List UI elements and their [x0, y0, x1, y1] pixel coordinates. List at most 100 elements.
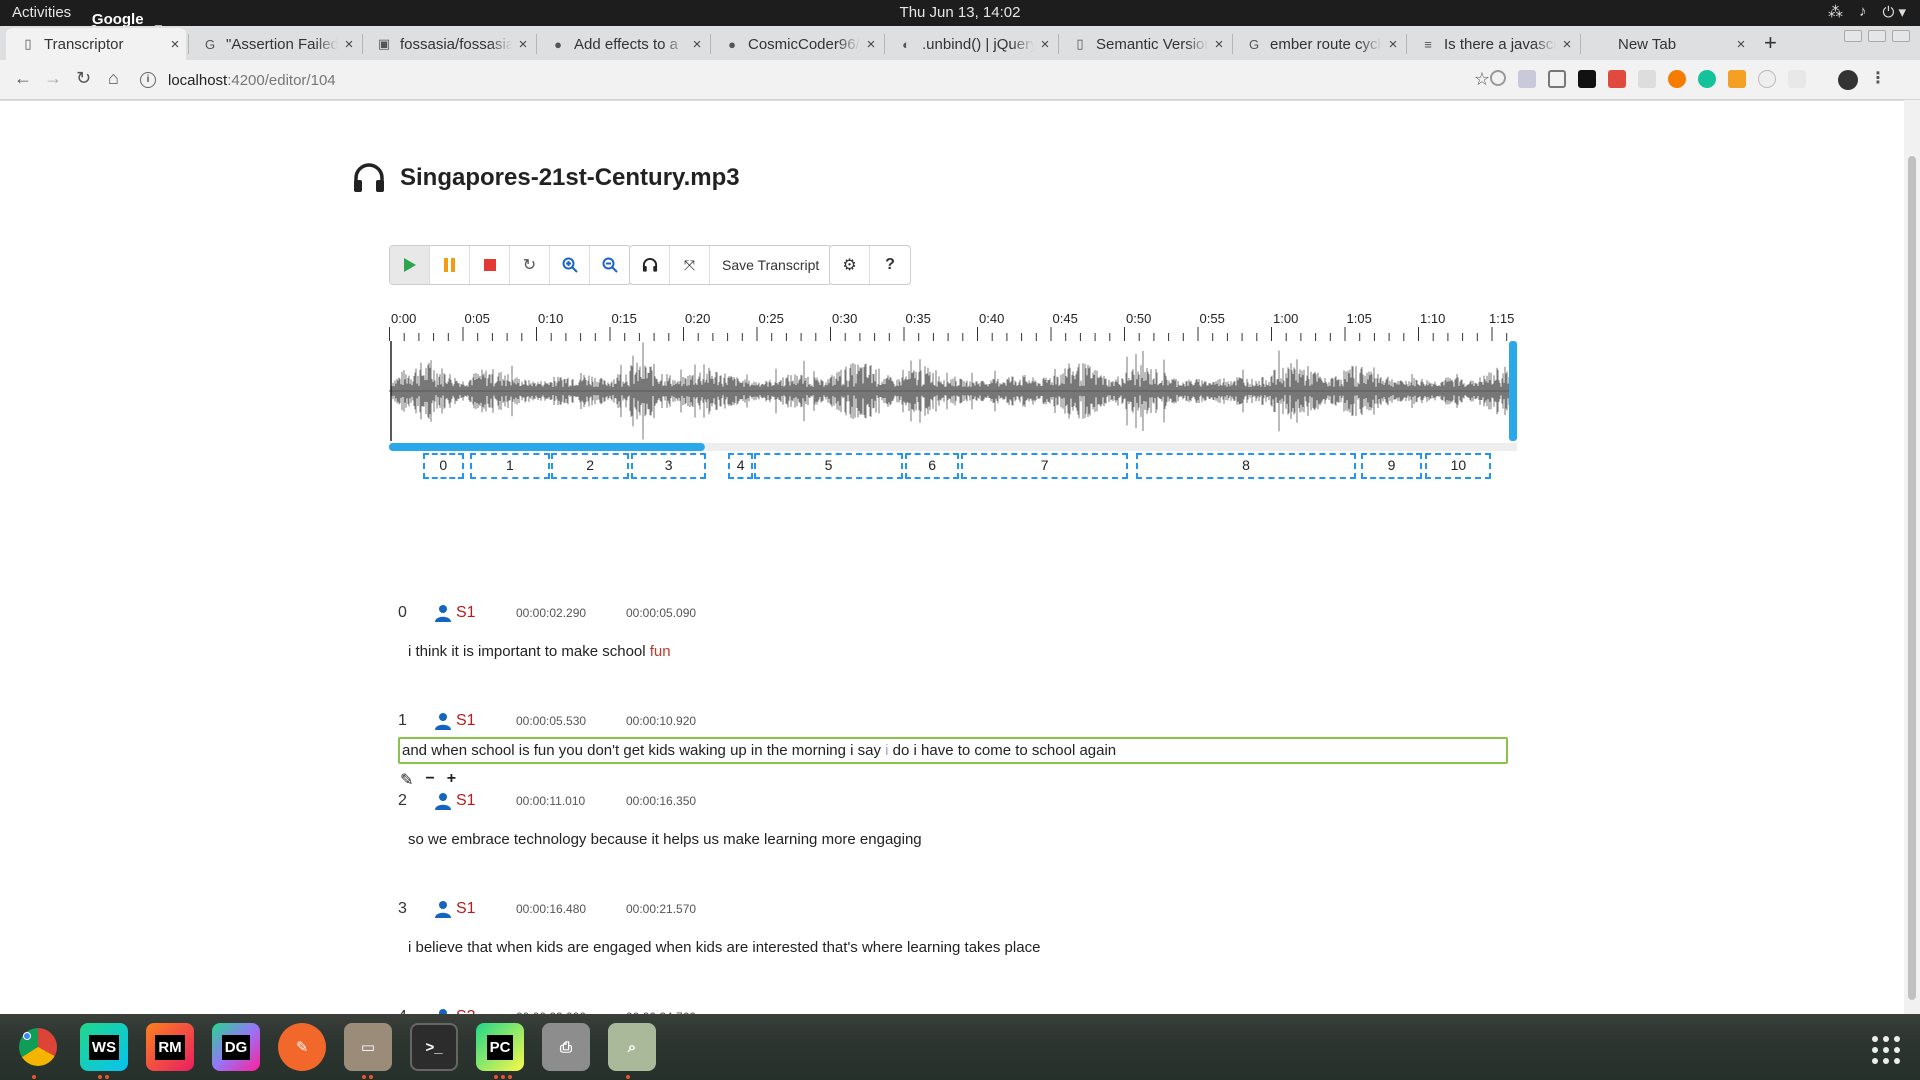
info-icon[interactable]: i [140, 72, 156, 88]
tab-close-icon[interactable]: × [1382, 36, 1404, 53]
screenshot-app-icon[interactable]: ⌕ [608, 1023, 656, 1079]
pencil-icon[interactable]: ✎ [400, 770, 413, 790]
save-transcript-button[interactable]: Save Transcript [710, 246, 831, 284]
extension-icon[interactable] [1518, 70, 1536, 88]
bookmark-star-icon[interactable]: ☆ [1474, 69, 1490, 90]
tab-7[interactable]: Gember route cycle × [1232, 28, 1404, 60]
page-scrollbar[interactable] [1904, 100, 1920, 1014]
tab-close-icon[interactable]: × [1556, 36, 1578, 53]
tab-close-icon[interactable]: × [512, 36, 534, 53]
tab-close-icon[interactable]: × [338, 36, 360, 53]
tab-8[interactable]: ≡ Is there a javascript× [1406, 28, 1578, 60]
tab-9[interactable]: New Tab × [1580, 28, 1752, 60]
segment-box[interactable]: 5 [753, 453, 904, 479]
minimize-button[interactable] [1844, 30, 1862, 42]
tab-close-icon[interactable]: × [1208, 36, 1230, 53]
datagrip-app-icon[interactable]: DG [212, 1023, 260, 1071]
network-icon[interactable]: ⁂ [1828, 3, 1843, 21]
tab-close-icon[interactable]: × [686, 36, 708, 53]
volume-icon[interactable]: ♪ [1859, 3, 1867, 21]
start-time[interactable]: 00:00:11.010 [516, 794, 626, 808]
end-time[interactable]: 00:00:05.090 [626, 606, 736, 620]
tab-0[interactable]: ▯ Transcriptor × [6, 28, 186, 60]
segment-box[interactable]: 4 [728, 453, 753, 479]
terminal-app-icon[interactable]: >_ [410, 1023, 458, 1071]
start-time[interactable]: 00:00:05.530 [516, 714, 626, 728]
tab-4[interactable]: ● CosmicCoder96/× [710, 28, 882, 60]
extension-icon[interactable] [1548, 70, 1566, 88]
segment-box[interactable]: 7 [960, 453, 1129, 479]
end-time[interactable]: 00:00:16.350 [626, 794, 736, 808]
grammarly-icon[interactable] [1698, 70, 1716, 88]
zoom-in-button[interactable] [550, 246, 590, 284]
postman-app-icon[interactable]: ✎ [278, 1023, 326, 1071]
pycharm-app-icon[interactable]: PC [476, 1023, 524, 1079]
stop-button[interactable] [470, 246, 510, 284]
speaker-label[interactable]: S1 [456, 712, 516, 730]
segment-box[interactable]: 8 [1135, 453, 1357, 479]
rubymine-app-icon[interactable]: RM [146, 1023, 194, 1071]
help-button[interactable]: ? [870, 246, 910, 284]
clock[interactable]: Thu Jun 13, 14:02 [0, 4, 1920, 21]
segment-box[interactable]: 9 [1360, 453, 1423, 479]
tab-3[interactable]: ● Add effects to a × [536, 28, 708, 60]
back-icon[interactable]: ← [14, 68, 32, 89]
extension-icon[interactable] [1578, 70, 1596, 88]
speaker-label[interactable]: S1 [456, 604, 516, 622]
transcript-edit-field[interactable]: and when school is fun you don't get kid… [398, 737, 1508, 764]
tab-close-icon[interactable]: × [1730, 36, 1752, 53]
plus-icon[interactable]: + [447, 770, 456, 790]
pause-button[interactable] [430, 246, 470, 284]
replay-button[interactable]: ↻ [510, 246, 550, 284]
playback-progress[interactable] [389, 443, 1517, 451]
tab-close-icon[interactable]: × [164, 36, 186, 53]
menu-icon[interactable]: ⋮ [1870, 70, 1886, 88]
tab-5[interactable]: ◐ .unbind() | jQuery × [884, 28, 1056, 60]
new-tab-button[interactable]: + [1764, 30, 1777, 56]
segment-box[interactable]: 10 [1425, 453, 1492, 479]
end-time[interactable]: 00:00:21.570 [626, 902, 736, 916]
start-time[interactable]: 00:00:16.480 [516, 902, 626, 916]
extension-icon[interactable] [1788, 70, 1806, 88]
extension-icon[interactable] [1608, 70, 1626, 88]
transcript-line[interactable]: i believe that when kids are engaged whe… [408, 939, 1508, 956]
transcript-line[interactable]: i think it is important to make school f… [408, 643, 1508, 660]
scrollbar-thumb[interactable] [1908, 156, 1916, 1000]
profile-avatar[interactable] [1838, 70, 1858, 90]
tab-6[interactable]: ▯ Semantic Version × [1058, 28, 1230, 60]
home-icon[interactable]: ⌂ [108, 68, 119, 89]
tab-2[interactable]: ▣ fossasia/fossasia × [362, 28, 534, 60]
segment-box[interactable]: 6 [904, 453, 960, 479]
tab-close-icon[interactable]: × [1034, 36, 1056, 53]
extension-icon[interactable] [1668, 70, 1686, 88]
chrome-app-icon[interactable] [14, 1023, 62, 1079]
extension-icon[interactable] [1758, 70, 1776, 88]
zoom-out-button[interactable] [590, 246, 630, 284]
speaker-label[interactable]: S1 [456, 792, 516, 810]
tab-1[interactable]: G "Assertion Failed × [188, 28, 360, 60]
segment-box[interactable]: 0 [422, 453, 464, 479]
extension-icon[interactable] [1638, 70, 1656, 88]
maximize-button[interactable] [1868, 30, 1886, 42]
region-end-handle[interactable] [1509, 341, 1517, 441]
start-time[interactable]: 00:00:02.290 [516, 606, 626, 620]
segment-box[interactable]: 3 [631, 453, 707, 479]
activities-button[interactable]: Activities [12, 4, 71, 21]
transcript-line[interactable]: so we embrace technology because it help… [408, 831, 1508, 848]
forward-icon[interactable]: → [44, 68, 62, 89]
tab-close-icon[interactable]: × [860, 36, 882, 53]
waveform[interactable] [389, 341, 1517, 441]
files-app-icon[interactable]: ▭ [344, 1023, 392, 1079]
extension-refresh-icon[interactable] [1490, 70, 1506, 86]
address-bar[interactable]: i localhost:4200/editor/104 ☆ [140, 65, 1490, 95]
settings-button[interactable]: ⚙ [830, 246, 870, 284]
fullscreen-button[interactable]: ⤧ [670, 246, 710, 284]
close-window-button[interactable] [1892, 30, 1910, 42]
power-icon[interactable]: ⏻ ▾ [1882, 3, 1906, 21]
webstorm-app-icon[interactable]: WS [80, 1023, 128, 1079]
minus-icon[interactable]: − [425, 770, 434, 790]
printer-app-icon[interactable]: ⎙ [542, 1023, 590, 1071]
segment-box[interactable]: 2 [550, 453, 630, 479]
end-time[interactable]: 00:00:10.920 [626, 714, 736, 728]
speaker-label[interactable]: S1 [456, 900, 516, 918]
